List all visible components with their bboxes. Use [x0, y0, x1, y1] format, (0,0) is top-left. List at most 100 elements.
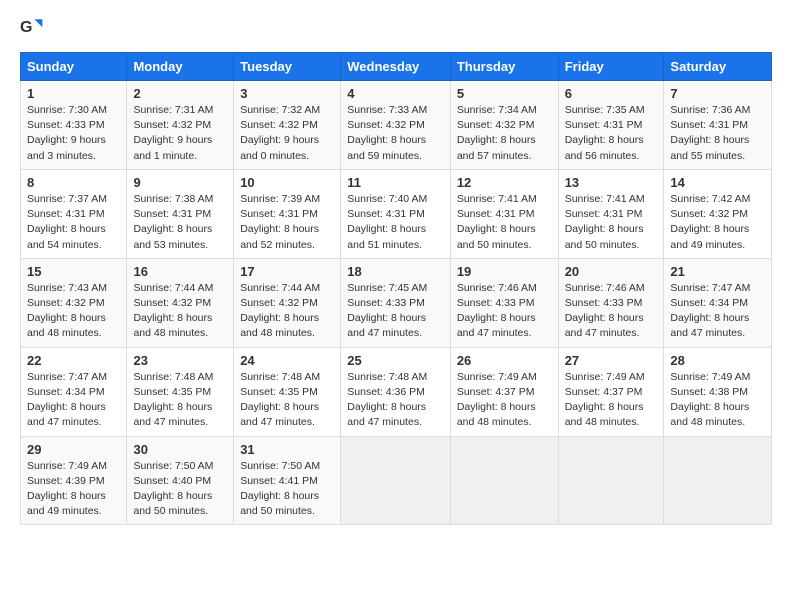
calendar-cell	[341, 436, 451, 525]
day-detail: Sunrise: 7:32 AM Sunset: 4:32 PM Dayligh…	[240, 103, 334, 164]
calendar-week-row: 15 Sunrise: 7:43 AM Sunset: 4:32 PM Dayli…	[21, 258, 772, 347]
calendar-table: SundayMondayTuesdayWednesdayThursdayFrid…	[20, 52, 772, 525]
day-number: 9	[133, 175, 227, 190]
calendar-cell: 28 Sunrise: 7:49 AM Sunset: 4:38 PM Dayli…	[664, 347, 772, 436]
day-number: 6	[565, 86, 658, 101]
day-detail: Sunrise: 7:40 AM Sunset: 4:31 PM Dayligh…	[347, 192, 444, 253]
calendar-header-cell: Friday	[558, 53, 664, 81]
calendar-header-cell: Monday	[127, 53, 234, 81]
day-detail: Sunrise: 7:50 AM Sunset: 4:41 PM Dayligh…	[240, 459, 334, 520]
calendar-cell: 20Sunrise: 7:46 AM Sunset: 4:33 PM Dayli…	[558, 258, 664, 347]
day-detail: Sunrise: 7:33 AM Sunset: 4:32 PM Dayligh…	[347, 103, 444, 164]
calendar-header-cell: Thursday	[450, 53, 558, 81]
calendar-cell: 21 Sunrise: 7:47 AM Sunset: 4:34 PM Dayli…	[664, 258, 772, 347]
calendar-week-row: 22 Sunrise: 7:47 AM Sunset: 4:34 PM Dayli…	[21, 347, 772, 436]
day-number: 14	[670, 175, 765, 190]
day-detail: Sunrise: 7:37 AM Sunset: 4:31 PM Dayligh…	[27, 192, 120, 253]
calendar-cell: 19 Sunrise: 7:46 AM Sunset: 4:33 PM Dayli…	[450, 258, 558, 347]
calendar-cell: 9 Sunrise: 7:38 AM Sunset: 4:31 PM Daylig…	[127, 169, 234, 258]
day-number: 27	[565, 353, 658, 368]
day-number: 29	[27, 442, 120, 457]
calendar-week-row: 29 Sunrise: 7:49 AM Sunset: 4:39 PM Dayli…	[21, 436, 772, 525]
day-number: 23	[133, 353, 227, 368]
calendar-header-cell: Wednesday	[341, 53, 451, 81]
day-detail: Sunrise: 7:48 AM Sunset: 4:36 PM Dayligh…	[347, 370, 444, 431]
calendar-cell: 1Sunrise: 7:30 AM Sunset: 4:33 PM Daylig…	[21, 81, 127, 170]
day-detail: Sunrise: 7:41 AM Sunset: 4:31 PM Dayligh…	[457, 192, 552, 253]
calendar-header-cell: Tuesday	[234, 53, 341, 81]
day-detail: Sunrise: 7:49 AM Sunset: 4:39 PM Dayligh…	[27, 459, 120, 520]
day-detail: Sunrise: 7:41 AM Sunset: 4:31 PM Dayligh…	[565, 192, 658, 253]
calendar-cell: 11Sunrise: 7:40 AM Sunset: 4:31 PM Dayli…	[341, 169, 451, 258]
day-number: 15	[27, 264, 120, 279]
day-detail: Sunrise: 7:48 AM Sunset: 4:35 PM Dayligh…	[133, 370, 227, 431]
day-number: 28	[670, 353, 765, 368]
day-detail: Sunrise: 7:45 AM Sunset: 4:33 PM Dayligh…	[347, 281, 444, 342]
logo-icon: G	[20, 16, 44, 40]
day-detail: Sunrise: 7:31 AM Sunset: 4:32 PM Dayligh…	[133, 103, 227, 164]
calendar-cell: 18 Sunrise: 7:45 AM Sunset: 4:33 PM Dayli…	[341, 258, 451, 347]
calendar-cell	[558, 436, 664, 525]
day-detail: Sunrise: 7:47 AM Sunset: 4:34 PM Dayligh…	[670, 281, 765, 342]
calendar-cell	[664, 436, 772, 525]
day-number: 20	[565, 264, 658, 279]
day-number: 16	[133, 264, 227, 279]
day-detail: Sunrise: 7:38 AM Sunset: 4:31 PM Dayligh…	[133, 192, 227, 253]
day-number: 5	[457, 86, 552, 101]
calendar-cell: 29 Sunrise: 7:49 AM Sunset: 4:39 PM Dayli…	[21, 436, 127, 525]
day-number: 8	[27, 175, 120, 190]
calendar-week-row: 8 Sunrise: 7:37 AM Sunset: 4:31 PM Daylig…	[21, 169, 772, 258]
day-detail: Sunrise: 7:43 AM Sunset: 4:32 PM Dayligh…	[27, 281, 120, 342]
day-number: 25	[347, 353, 444, 368]
day-detail: Sunrise: 7:44 AM Sunset: 4:32 PM Dayligh…	[240, 281, 334, 342]
day-number: 26	[457, 353, 552, 368]
calendar-cell: 14Sunrise: 7:42 AM Sunset: 4:32 PM Dayli…	[664, 169, 772, 258]
calendar-cell: 10 Sunrise: 7:39 AM Sunset: 4:31 PM Dayli…	[234, 169, 341, 258]
svg-text:G: G	[20, 19, 32, 36]
calendar-header: SundayMondayTuesdayWednesdayThursdayFrid…	[21, 53, 772, 81]
calendar-cell: 26 Sunrise: 7:49 AM Sunset: 4:37 PM Dayli…	[450, 347, 558, 436]
day-number: 31	[240, 442, 334, 457]
day-detail: Sunrise: 7:46 AM Sunset: 4:33 PM Dayligh…	[457, 281, 552, 342]
day-number: 18	[347, 264, 444, 279]
calendar-cell: 24 Sunrise: 7:48 AM Sunset: 4:35 PM Dayli…	[234, 347, 341, 436]
day-detail: Sunrise: 7:48 AM Sunset: 4:35 PM Dayligh…	[240, 370, 334, 431]
calendar-cell: 15 Sunrise: 7:43 AM Sunset: 4:32 PM Dayli…	[21, 258, 127, 347]
calendar-cell: 31 Sunrise: 7:50 AM Sunset: 4:41 PM Dayli…	[234, 436, 341, 525]
day-detail: Sunrise: 7:47 AM Sunset: 4:34 PM Dayligh…	[27, 370, 120, 431]
day-number: 3	[240, 86, 334, 101]
calendar-cell: 30 Sunrise: 7:50 AM Sunset: 4:40 PM Dayli…	[127, 436, 234, 525]
day-number: 30	[133, 442, 227, 457]
day-number: 19	[457, 264, 552, 279]
day-number: 17	[240, 264, 334, 279]
day-detail: Sunrise: 7:39 AM Sunset: 4:31 PM Dayligh…	[240, 192, 334, 253]
day-number: 2	[133, 86, 227, 101]
day-detail: Sunrise: 7:50 AM Sunset: 4:40 PM Dayligh…	[133, 459, 227, 520]
calendar-cell: 12 Sunrise: 7:41 AM Sunset: 4:31 PM Dayli…	[450, 169, 558, 258]
day-number: 22	[27, 353, 120, 368]
calendar-cell: 7Sunrise: 7:36 AM Sunset: 4:31 PM Daylig…	[664, 81, 772, 170]
calendar-header-cell: Saturday	[664, 53, 772, 81]
day-number: 24	[240, 353, 334, 368]
day-detail: Sunrise: 7:49 AM Sunset: 4:37 PM Dayligh…	[457, 370, 552, 431]
day-detail: Sunrise: 7:44 AM Sunset: 4:32 PM Dayligh…	[133, 281, 227, 342]
day-number: 1	[27, 86, 120, 101]
day-number: 12	[457, 175, 552, 190]
day-number: 7	[670, 86, 765, 101]
calendar-cell: 4 Sunrise: 7:33 AM Sunset: 4:32 PM Daylig…	[341, 81, 451, 170]
calendar-cell: 22 Sunrise: 7:47 AM Sunset: 4:34 PM Dayli…	[21, 347, 127, 436]
calendar-cell: 16 Sunrise: 7:44 AM Sunset: 4:32 PM Dayli…	[127, 258, 234, 347]
day-detail: Sunrise: 7:49 AM Sunset: 4:38 PM Dayligh…	[670, 370, 765, 431]
day-number: 13	[565, 175, 658, 190]
day-detail: Sunrise: 7:34 AM Sunset: 4:32 PM Dayligh…	[457, 103, 552, 164]
day-number: 4	[347, 86, 444, 101]
calendar-week-row: 1Sunrise: 7:30 AM Sunset: 4:33 PM Daylig…	[21, 81, 772, 170]
calendar-cell: 17 Sunrise: 7:44 AM Sunset: 4:32 PM Dayli…	[234, 258, 341, 347]
calendar-cell: 23 Sunrise: 7:48 AM Sunset: 4:35 PM Dayli…	[127, 347, 234, 436]
calendar-cell: 3 Sunrise: 7:32 AM Sunset: 4:32 PM Daylig…	[234, 81, 341, 170]
calendar-cell: 5 Sunrise: 7:34 AM Sunset: 4:32 PM Daylig…	[450, 81, 558, 170]
day-number: 10	[240, 175, 334, 190]
calendar-cell: 6Sunrise: 7:35 AM Sunset: 4:31 PM Daylig…	[558, 81, 664, 170]
day-number: 21	[670, 264, 765, 279]
calendar-cell: 25 Sunrise: 7:48 AM Sunset: 4:36 PM Dayli…	[341, 347, 451, 436]
